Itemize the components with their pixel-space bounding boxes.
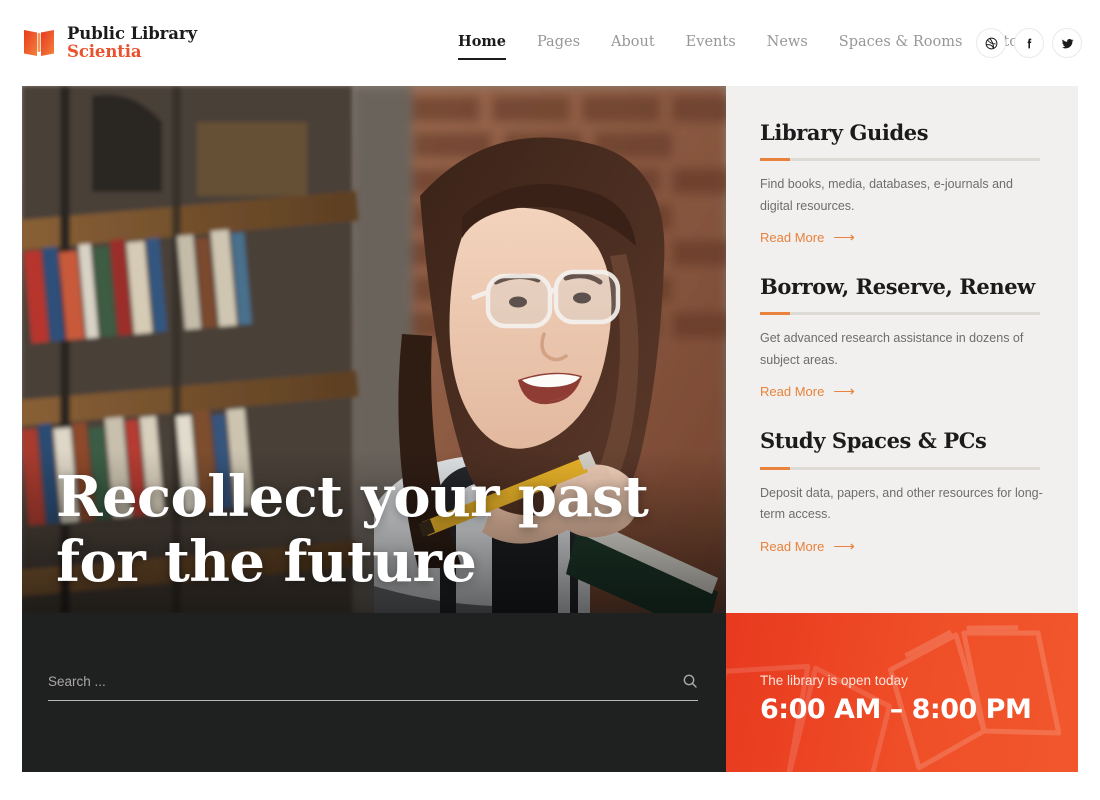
nav-item-news[interactable]: News [767, 34, 808, 53]
guide-card-study-spaces-pcs: Study Spaces & PCs Deposit data, papers,… [760, 428, 1043, 555]
search-section [22, 613, 726, 772]
brand-name-primary: Public Library [67, 23, 197, 43]
open-book-icon [24, 30, 54, 56]
nav-item-spaces-rooms[interactable]: Spaces & Rooms [839, 34, 963, 53]
social-links [968, 0, 1082, 86]
site-header: Public Library Scientia Home Pages About… [0, 0, 1100, 86]
arrow-right-icon: ⟶ [833, 229, 855, 247]
opening-hours-value: 6:00 AM – 8:00 PM [760, 694, 1032, 725]
guides-sidebar: Library Guides Find books, media, databa… [726, 86, 1078, 614]
read-more-link-borrow-reserve-renew[interactable]: Read More ⟶ [760, 384, 855, 399]
arrow-right-icon: ⟶ [833, 537, 855, 555]
read-more-link-study-spaces-pcs[interactable]: Read More ⟶ [760, 539, 855, 554]
nav-item-home[interactable]: Home [458, 33, 506, 60]
read-more-link-library-guides[interactable]: Read More ⟶ [760, 230, 855, 245]
search-field-wrapper [48, 673, 698, 701]
hero-title-line1: Recollect your past [56, 463, 649, 530]
nav-item-about[interactable]: About [611, 34, 655, 53]
card-title: Borrow, Reserve, Renew [760, 274, 1035, 300]
page-root: Public Library Scientia Home Pages About… [0, 0, 1100, 800]
social-link-twitter[interactable] [1052, 28, 1082, 58]
nav-item-pages[interactable]: Pages [537, 34, 580, 53]
arrow-right-icon: ⟶ [833, 383, 855, 401]
opening-hours-panel: The library is open today 6:00 AM – 8:00… [726, 613, 1078, 772]
twitter-icon [1061, 38, 1074, 48]
card-divider [760, 158, 1040, 162]
guide-card-library-guides: Library Guides Find books, media, databa… [760, 120, 1040, 247]
brand-name-secondary: Scientia [67, 42, 142, 61]
social-link-facebook[interactable] [1014, 28, 1044, 58]
card-description: Get advanced research assistance in doze… [760, 331, 1024, 367]
opening-hours-label: The library is open today [760, 673, 908, 688]
brand-logo[interactable]: Public Library Scientia [22, 23, 197, 62]
card-description: Deposit data, papers, and other resource… [760, 485, 1043, 522]
card-description: Find books, media, databases, e-journals… [760, 177, 1013, 213]
facebook-icon [1027, 38, 1031, 48]
dribbble-icon [985, 37, 997, 49]
guide-card-borrow-reserve-renew: Borrow, Reserve, Renew Get advanced rese… [760, 274, 1040, 401]
read-more-label: Read More [760, 230, 825, 246]
card-title: Library Guides [760, 120, 929, 145]
card-divider [760, 312, 1040, 316]
read-more-label: Read More [760, 538, 825, 554]
card-title: Study Spaces & PCs [760, 428, 987, 454]
search-icon[interactable] [682, 673, 698, 689]
read-more-label: Read More [760, 384, 825, 400]
nav-item-events[interactable]: Events [686, 34, 736, 53]
search-input[interactable] [48, 673, 682, 689]
hero-title: Recollect your past for the future [56, 463, 649, 596]
hero-title-line2: for the future [56, 529, 477, 596]
card-divider [760, 466, 1040, 470]
social-link-dribbble[interactable] [976, 28, 1006, 58]
hero-banner: Recollect your past for the future [22, 86, 726, 614]
